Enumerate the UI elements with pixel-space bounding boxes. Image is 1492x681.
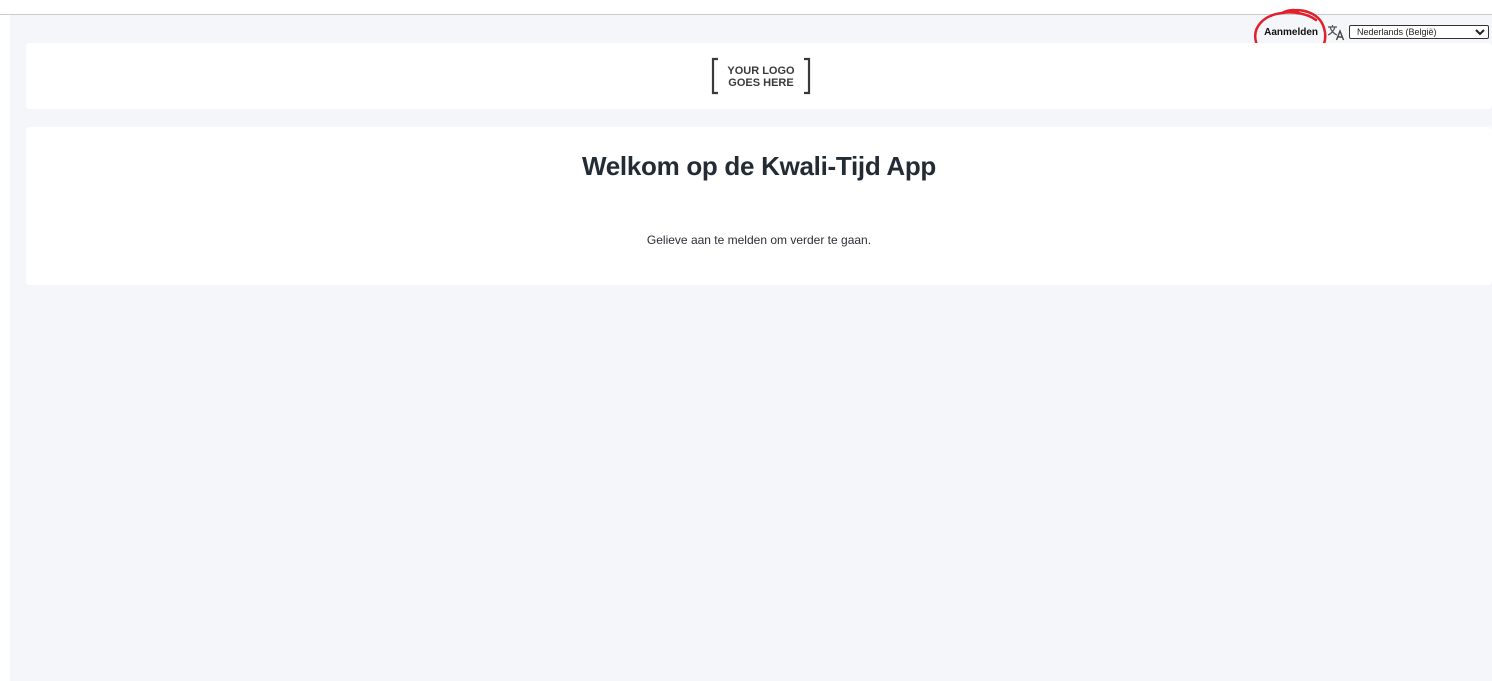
welcome-card: Welkom op de Kwali-Tijd App Gelieve aan …	[26, 127, 1492, 285]
language-select[interactable]: Nederlands (België)	[1349, 25, 1489, 39]
app-background	[10, 15, 1492, 681]
login-prompt-text: Gelieve aan te melden om verder te gaan.	[646, 233, 872, 247]
translate-icon	[1327, 24, 1345, 40]
logo-line-2: GOES HERE	[728, 77, 793, 89]
logo-line-1: YOUR LOGO	[727, 65, 795, 77]
logo-card: YOUR LOGO GOES HERE	[26, 43, 1492, 109]
logo: YOUR LOGO GOES HERE	[711, 57, 811, 95]
login-link[interactable]: Aanmelden	[1264, 27, 1318, 38]
page-title: Welkom op de Kwali-Tijd App	[582, 151, 936, 181]
top-bar: Aanmelden Nederlands (België)	[1264, 22, 1492, 42]
